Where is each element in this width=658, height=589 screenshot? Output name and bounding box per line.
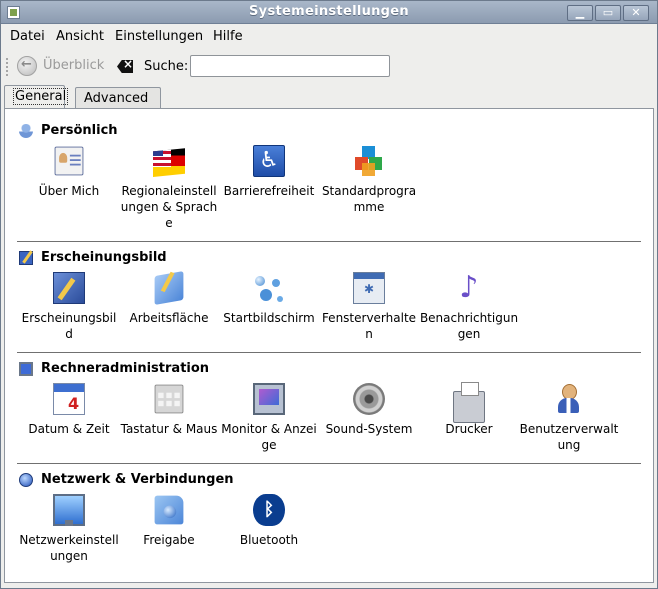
minimize-button[interactable]: ▁ bbox=[567, 5, 593, 21]
item-label: Erscheinungsbild bbox=[21, 311, 117, 341]
system-settings-window: Systemeinstellungen ▁ ▭ ✕ Datei Ansicht … bbox=[0, 0, 658, 589]
item-label: Tastatur & Maus bbox=[120, 422, 218, 436]
section-divider bbox=[17, 463, 641, 464]
item-fensterverhalten[interactable]: Fensterverhalten bbox=[319, 272, 419, 342]
display-icon bbox=[253, 383, 285, 415]
item-label: Sound-System bbox=[325, 422, 413, 436]
printer-icon bbox=[453, 382, 485, 423]
item-arbeitsflaeche[interactable]: Arbeitsfläche bbox=[119, 271, 219, 326]
desktop-icon bbox=[154, 271, 184, 305]
close-button[interactable]: ✕ bbox=[623, 5, 649, 21]
item-netzwerkeinstellungen[interactable]: Netzwerkeinstellungen bbox=[19, 494, 119, 564]
search-input[interactable] bbox=[190, 55, 390, 77]
item-label: Regionaleinstellungen & Sprache bbox=[120, 184, 218, 230]
settings-panel: Persönlich Über Mich Regionaleinstellung… bbox=[4, 108, 654, 583]
item-bluetooth[interactable]: ᛒ Bluetooth bbox=[219, 494, 319, 548]
item-label: Fensterverhalten bbox=[321, 311, 417, 341]
item-label: Benachrichtigungen bbox=[419, 311, 519, 341]
item-label: Bluetooth bbox=[239, 533, 299, 547]
menu-datei[interactable]: Datei bbox=[10, 29, 45, 44]
search-label: Suche: bbox=[144, 59, 189, 74]
menu-ansicht[interactable]: Ansicht bbox=[56, 29, 104, 44]
user-icon bbox=[19, 124, 33, 138]
item-label: Drucker bbox=[445, 422, 493, 436]
paint-brush-icon bbox=[53, 272, 85, 304]
bluetooth-icon: ᛒ bbox=[253, 494, 285, 526]
back-arrow-icon bbox=[17, 56, 37, 76]
item-label: Über Mich bbox=[38, 184, 100, 198]
item-erscheinungsbild[interactable]: Erscheinungsbild bbox=[19, 272, 119, 342]
section-divider bbox=[17, 352, 641, 353]
network-icon bbox=[53, 494, 85, 526]
accessibility-icon: ♿ bbox=[253, 145, 285, 177]
item-ueber-mich[interactable]: Über Mich bbox=[19, 145, 119, 199]
item-label: Standardprogramme bbox=[321, 184, 417, 214]
music-note-icon: ♪ bbox=[459, 270, 479, 305]
item-barrierefreiheit[interactable]: ♿ Barrierefreiheit bbox=[219, 145, 319, 199]
item-label: Datum & Zeit bbox=[28, 422, 110, 436]
item-freigabe[interactable]: Freigabe bbox=[119, 494, 219, 548]
item-label: Netzwerkeinstellungen bbox=[19, 533, 119, 563]
keyboard-icon bbox=[154, 384, 184, 414]
item-label: Barrierefreiheit bbox=[223, 184, 315, 198]
menu-bar: Datei Ansicht Einstellungen Hilfe bbox=[1, 25, 657, 49]
monitor-icon bbox=[19, 362, 33, 376]
item-standardprogramme[interactable]: Standardprogramme bbox=[319, 145, 419, 215]
tab-advanced-label: Advanced bbox=[84, 91, 149, 106]
tab-general-label: General bbox=[13, 88, 69, 105]
overview-label: Überblick bbox=[43, 58, 105, 73]
maximize-button[interactable]: ▭ bbox=[595, 5, 621, 21]
menu-hilfe[interactable]: Hilfe bbox=[213, 29, 243, 44]
item-label: Startbildschirm bbox=[223, 311, 315, 325]
item-drucker[interactable]: Drucker bbox=[419, 382, 519, 437]
tab-advanced[interactable]: Advanced bbox=[75, 87, 161, 109]
calendar-icon bbox=[53, 383, 85, 415]
item-label: Arbeitsfläche bbox=[129, 311, 209, 325]
item-startbildschirm[interactable]: Startbildschirm bbox=[219, 272, 319, 326]
clear-search-icon[interactable] bbox=[117, 60, 133, 73]
window-icon bbox=[353, 272, 385, 304]
toolbar-grip[interactable] bbox=[6, 58, 9, 76]
section-title: Persönlich bbox=[41, 123, 118, 138]
item-regional[interactable]: Regionaleinstellungen & Sprache bbox=[119, 145, 219, 231]
globe-icon bbox=[19, 473, 33, 487]
section-divider bbox=[17, 241, 641, 242]
window-title: Systemeinstellungen bbox=[249, 4, 409, 19]
item-benachrichtigungen[interactable]: ♪ Benachrichtigungen bbox=[419, 272, 519, 342]
item-label: Monitor & Anzeige bbox=[221, 422, 317, 452]
title-bar[interactable]: Systemeinstellungen ▁ ▭ ✕ bbox=[1, 1, 657, 24]
flags-icon bbox=[153, 148, 185, 177]
user-card-icon bbox=[54, 146, 84, 176]
bubbles-icon bbox=[253, 272, 285, 304]
cubes-icon bbox=[353, 145, 385, 177]
section-title: Erscheinungsbild bbox=[41, 250, 167, 265]
paint-icon bbox=[19, 251, 33, 265]
user-admin-icon bbox=[553, 383, 585, 415]
section-title: Rechneradministration bbox=[41, 361, 210, 376]
tab-general[interactable]: General bbox=[4, 85, 69, 109]
item-datum-zeit[interactable]: Datum & Zeit bbox=[19, 383, 119, 437]
item-monitor-anzeige[interactable]: Monitor & Anzeige bbox=[219, 383, 319, 453]
speaker-icon bbox=[353, 383, 385, 415]
item-benutzerverwaltung[interactable]: Benutzerverwaltung bbox=[519, 383, 619, 453]
item-tastatur-maus[interactable]: Tastatur & Maus bbox=[119, 383, 219, 437]
item-label: Benutzerverwaltung bbox=[519, 422, 619, 452]
toolbar: Überblick Suche: bbox=[1, 50, 657, 82]
section-title: Netzwerk & Verbindungen bbox=[41, 472, 234, 487]
sharing-icon bbox=[154, 495, 184, 525]
item-sound-system[interactable]: Sound-System bbox=[319, 383, 419, 437]
menu-einstellungen[interactable]: Einstellungen bbox=[115, 29, 203, 44]
item-label: Freigabe bbox=[143, 533, 195, 547]
